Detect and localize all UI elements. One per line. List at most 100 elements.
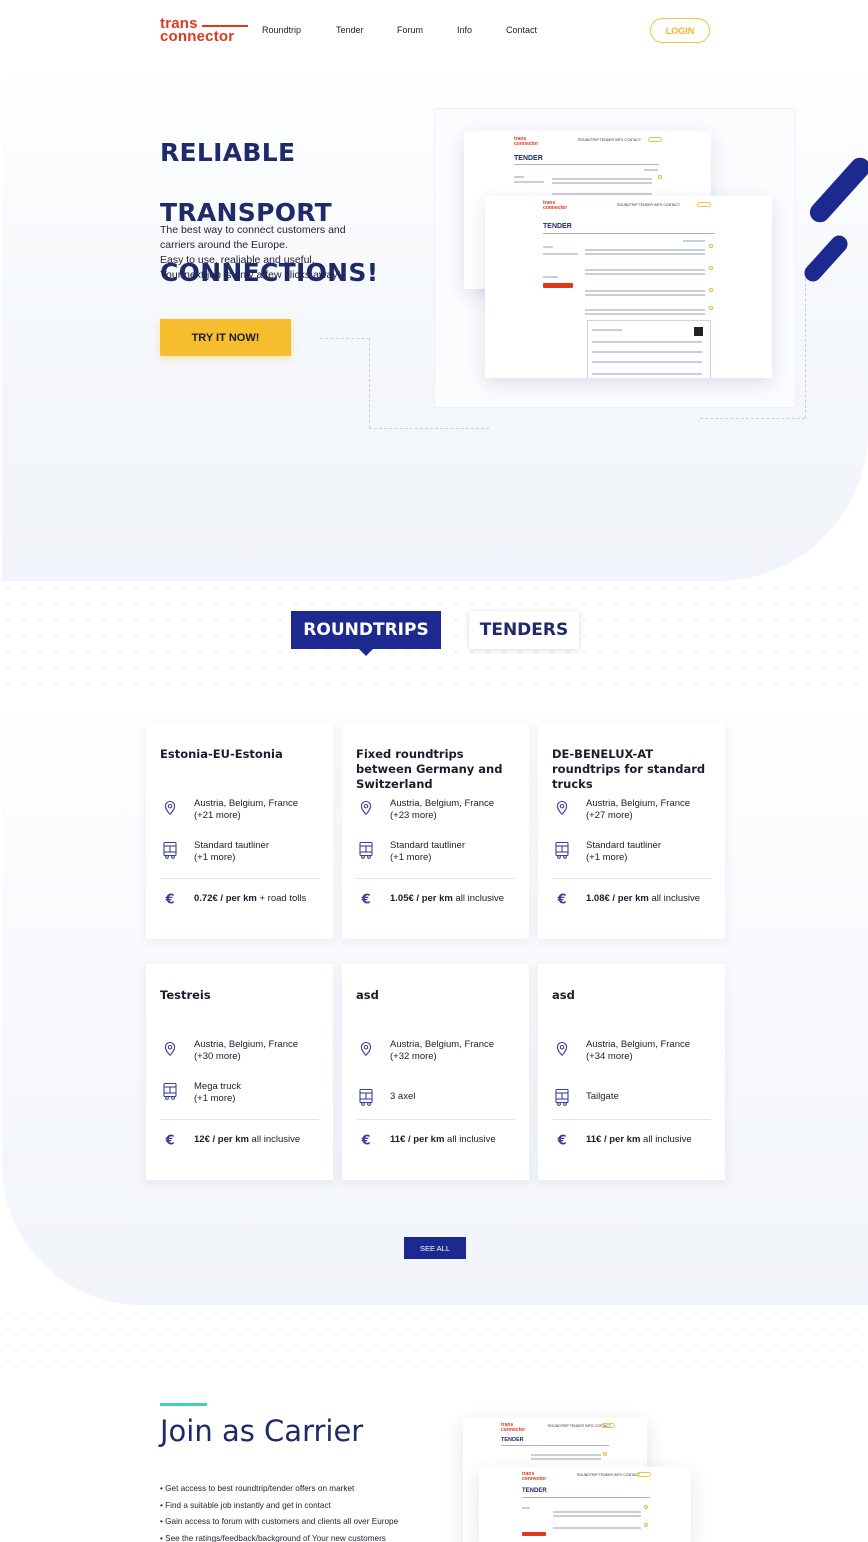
preview-dot	[709, 266, 713, 270]
preview-title: TENDER	[514, 155, 543, 162]
card-price-value: 0.72€ / per km	[194, 893, 257, 904]
preview-line	[592, 329, 622, 331]
preview-red-button	[522, 1532, 546, 1536]
nav-info[interactable]: Info	[457, 25, 472, 35]
preview-login	[637, 1472, 651, 1477]
roundtrip-card[interactable]: Testreis Austria, Belgium, France (+30 mor…	[146, 964, 333, 1180]
card-price-value: 11€ / per km	[390, 1134, 445, 1145]
login-button[interactable]: LOGIN	[650, 18, 710, 43]
card-title: asd	[356, 988, 379, 1002]
svg-text:€: €	[556, 893, 566, 908]
euro-icon: €	[160, 1130, 180, 1150]
preview-line	[514, 181, 544, 183]
truck-icon	[160, 1081, 180, 1101]
card-truck: Standard tautliner (+1 more)	[552, 840, 661, 864]
hero-text-line: carriers around the Europe.	[160, 239, 288, 251]
card-countries: Austria, Belgium, France (+21 more)	[160, 798, 298, 822]
preview-line	[585, 253, 705, 255]
roundtrip-card[interactable]: asd Austria, Belgium, France (+34 more) Tai…	[538, 964, 725, 1180]
truck-icon	[160, 840, 180, 860]
preview-dot	[709, 306, 713, 310]
svg-text:€: €	[360, 893, 370, 908]
nav-tender[interactable]: Tender	[336, 25, 364, 35]
location-pin-icon	[552, 1039, 572, 1059]
preview-line	[585, 273, 705, 275]
card-truck-text: Standard tautliner	[194, 840, 269, 851]
roundtrip-card[interactable]: asd Austria, Belgium, France (+32 more) 3 a…	[342, 964, 529, 1180]
preview-line	[522, 1507, 530, 1509]
try-it-now-button[interactable]: TRY IT NOW!	[160, 319, 291, 356]
preview-dot	[644, 1505, 648, 1509]
card-truck-text: Mega truck	[194, 1081, 241, 1092]
truck-icon	[552, 1087, 572, 1107]
dashed-connector-line	[369, 428, 489, 429]
card-countries-text: Austria, Belgium, France	[586, 798, 691, 809]
preview-login	[697, 202, 711, 207]
preview-line	[592, 341, 702, 343]
nav-roundtrip[interactable]: Roundtrip	[262, 25, 301, 35]
card-truck-text: Tailgate	[586, 1091, 619, 1102]
preview-line	[553, 1511, 641, 1513]
card-divider	[552, 878, 711, 879]
card-countries-text: Austria, Belgium, France	[390, 1039, 495, 1050]
roundtrip-card[interactable]: Fixed roundtrips between Germany and Swi…	[342, 723, 529, 939]
truck-icon	[552, 840, 572, 860]
card-price: €11€ / per km all inclusive	[552, 1130, 691, 1150]
card-truck-more: (+1 more)	[194, 852, 236, 863]
see-all-button[interactable]: SEE ALL	[404, 1237, 466, 1259]
join-accent-rule	[160, 1403, 207, 1406]
euro-icon: €	[356, 1130, 376, 1150]
preview-line	[585, 290, 705, 292]
join-benefits-list: • Get access to best roundtrip/tender of…	[160, 1481, 398, 1542]
card-price-note: all inclusive	[444, 1134, 496, 1145]
euro-icon: €	[552, 889, 572, 909]
preview-rule	[543, 233, 715, 234]
location-pin-icon	[356, 1039, 376, 1059]
tab-tenders[interactable]: TENDERS	[469, 611, 579, 649]
preview-red-button	[543, 283, 573, 288]
card-price: €12€ / per km all inclusive	[160, 1130, 300, 1150]
nav-forum[interactable]: Forum	[397, 25, 423, 35]
tab-roundtrips[interactable]: ROUNDTRIPS	[291, 611, 441, 656]
card-title: Testreis	[160, 988, 211, 1002]
preview-line	[683, 240, 705, 242]
preview-title: TENDER	[501, 1437, 524, 1443]
join-benefit-item: • Gain access to forum with customers an…	[160, 1517, 399, 1527]
preview-line	[592, 351, 702, 353]
logo-rule	[202, 25, 248, 27]
preview-line	[644, 169, 658, 171]
card-truck: 3 axel	[356, 1087, 415, 1107]
preview-thumb	[694, 327, 703, 336]
logo[interactable]: trans connector	[160, 16, 250, 45]
card-title: Fixed roundtrips between Germany and Swi…	[356, 747, 503, 791]
preview-dot	[603, 1452, 607, 1456]
euro-icon: €	[356, 889, 376, 909]
roundtrip-card[interactable]: DE-BENELUX-AT roundtrips for standard tr…	[538, 723, 725, 939]
card-countries: Austria, Belgium, France (+23 more)	[356, 798, 494, 822]
preview-nav: ROUNDTRIP TENDER INFO CONTACT	[578, 138, 642, 142]
preview-line	[543, 253, 578, 255]
card-price: €1.05€ / per km all inclusive	[356, 889, 504, 909]
preview-line	[585, 294, 705, 296]
card-divider	[356, 878, 515, 879]
dashed-connector-line	[369, 338, 370, 428]
join-benefit-item: • Get access to best roundtrip/tender of…	[160, 1484, 355, 1493]
dashed-connector-line	[805, 278, 806, 418]
card-truck-more: (+1 more)	[390, 852, 432, 863]
card-divider	[160, 878, 319, 879]
preview-line	[552, 193, 652, 195]
preview-logo: trans connector	[543, 200, 568, 211]
card-countries-more: (+23 more)	[390, 810, 437, 821]
card-countries-more: (+30 more)	[194, 1051, 241, 1062]
dashed-connector-line	[700, 418, 805, 419]
roundtrip-card[interactable]: Estonia-EU-Estonia Austria, Belgium, Fran…	[146, 723, 333, 939]
card-countries: Austria, Belgium, France (+34 more)	[552, 1039, 690, 1063]
card-truck: Tailgate	[552, 1087, 619, 1107]
card-divider	[160, 1119, 319, 1120]
euro-icon: €	[552, 1130, 572, 1150]
nav-contact[interactable]: Contact	[506, 25, 537, 35]
location-pin-icon	[160, 1039, 180, 1059]
card-price-value: 11€ / per km	[586, 1134, 641, 1145]
card-divider	[552, 1119, 711, 1120]
site-header: trans connector Roundtrip Tender Forum I…	[0, 0, 868, 64]
